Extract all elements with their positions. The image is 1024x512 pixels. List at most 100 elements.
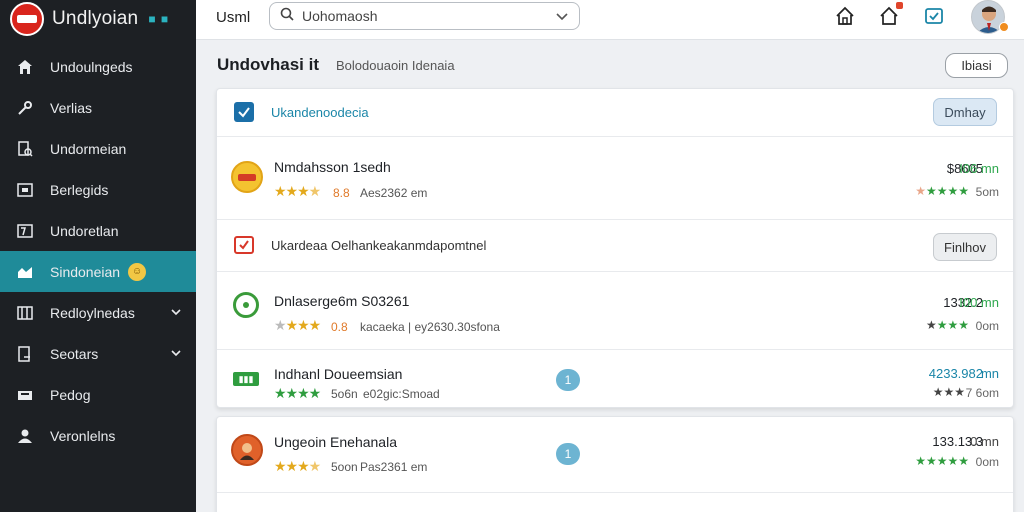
brand-logo [10,2,44,36]
item-rating: 0.8 [331,320,348,334]
message-icon[interactable] [923,5,945,27]
sidebar-item-9[interactable]: Veronlelns [0,415,196,456]
sidebar-item-4[interactable]: Undoretlan [0,210,196,251]
section-header: Ukardeaa Oelhankeakanmdapomtnel Finlhov [217,220,1013,272]
item-rating: 8.8 [333,186,350,200]
avatar-icon [231,434,263,466]
page-title: Undovhasi it [217,55,320,74]
sidebar-item-3[interactable]: Berlegids [0,169,196,210]
header-button[interactable]: Ibiasi [945,53,1008,78]
sidebar-item-0[interactable]: Undoulngeds [0,46,196,87]
sidebar-item-1[interactable]: Verlias [0,87,196,128]
sidebar-item-label: Seotars [50,345,99,362]
brand-name: Undlyoian [52,8,139,29]
sidebar-item-7[interactable]: Seotars [0,333,196,374]
brand[interactable]: Undlyoian ■ ■ [0,0,196,38]
chevron-down-icon[interactable] [170,346,182,362]
review-stars: ★★★ [932,385,965,399]
sidebar-item-label: Undoulngeds [50,58,133,75]
review-stars: ★★★★★ [915,184,969,198]
item-meta: e02gic:Smoad [363,387,440,401]
item-rating: 5o6n [331,387,358,401]
sidebar-nav: Undoulngeds Verlias Undormeian Berlegids… [0,46,196,456]
brand-dots: ■ ■ [148,12,170,26]
item-price: 4233.982 [928,366,983,381]
sidebar-item-label: Pedog [50,386,91,403]
sidebar-item-8[interactable]: Pedog [0,374,196,415]
item-name: Ungeoin Enehanala [274,434,397,450]
count-badge: 1 [556,443,580,465]
list-card: Ukandenoodecia Dmhay Nmdahsson 1sedh ★★★… [216,88,1014,408]
item-meta: kacaeka | ey2630.30sfona [360,320,500,334]
list-item[interactable]: Dnlaserge6m S03261 ★★★★ 0.8 kacaeka | ey… [217,272,1013,350]
sidebar: Undlyoian ■ ■ Undoulngeds Verlias Undorm… [0,0,196,512]
count-badge: 1 [556,369,580,391]
login-icon [16,345,34,363]
notification-icon[interactable] [878,2,903,27]
sidebar-item-label: Undoretlan [50,222,119,239]
item-price-suffix: mn [980,366,999,381]
sidebar-item-label: Berlegids [50,181,109,198]
search-box[interactable] [269,2,580,30]
chevron-down-icon[interactable] [555,9,569,28]
rating-stars: ★★★★ [274,458,321,474]
section-label: Ukardeaa Oelhankeakanmdapomtnel [271,238,487,253]
review-stars: ★★★★ [925,318,969,332]
sidebar-item-label: Veronlelns [50,427,116,444]
item-price-suffix: I00 mn [959,295,999,310]
table-icon [16,222,34,240]
item-sub: 0om [975,455,999,469]
tools-icon [16,99,34,117]
rating-stars: ★★★★ [274,317,321,333]
item-price-suffix: I06 mn [959,161,999,176]
section-action-button[interactable]: Finlhov [933,233,997,261]
search-icon [280,7,294,26]
section-action-button[interactable]: Dmhay [933,98,997,126]
notification-dot [896,2,903,9]
sidebar-item-label: Undormeian [50,140,127,157]
image-icon [16,181,34,199]
rating-stars: ★★★★ [274,385,321,401]
smiley-icon: ☺ [128,262,147,281]
checkbox[interactable] [234,236,254,254]
sidebar-item-label: Sindoneian [50,263,121,280]
item-rating: 5oon [331,460,358,474]
user-icon [16,427,34,445]
sidebar-item-2[interactable]: Undormeian [0,128,196,169]
list-item[interactable]: Ungeoin Enehanala ★★★★ 5oon Pas2361 em 1… [217,417,1013,493]
sidebar-item-5[interactable]: Sindoneian ☺ [0,251,196,292]
dashboard-icon [16,263,34,281]
list-item[interactable]: ▮▮▮ Indhanl Doueemsian ★★★★ 5o6n e02gic:… [217,350,1013,409]
page-subtitle: Bolodouaoin Idenaia [336,58,455,73]
section-label: Ukandenoodecia [271,105,369,120]
document-search-icon [16,140,34,158]
item-meta: Aes2362 em [360,186,428,200]
home-icon[interactable] [834,5,856,27]
chevron-down-icon[interactable] [170,305,182,321]
list-item[interactable]: Nmdahsson 1sedh ★★★★ 8.8 Aes2362 em $860… [217,137,1013,220]
item-name: Nmdahsson 1sedh [274,159,391,175]
sidebar-item-6[interactable]: Redloylnedas [0,292,196,333]
home-icon [16,58,34,76]
ring-icon [233,292,259,318]
search-input[interactable] [302,8,552,24]
section-header: Ukandenoodecia Dmhay [217,89,1013,137]
item-name: Indhanl Doueemsian [274,366,403,382]
status-dot [999,22,1009,32]
item-sub: 0om [975,319,999,333]
item-meta: Pas2361 em [360,460,428,474]
item-price-suffix: 0 mn [970,434,999,449]
item-name: Dnlaserge6m S03261 [274,293,410,309]
top-bar: Usml [196,0,1024,40]
checkbox[interactable] [234,102,254,122]
rating-stars: ★★★★ [274,183,321,199]
item-sub: 5om [975,185,999,199]
list-card: Ungeoin Enehanala ★★★★ 5oon Pas2361 em 1… [216,416,1014,512]
sidebar-item-label: Redloylnedas [50,304,135,321]
panel-icon [16,304,34,322]
label-icon: ▮▮▮ [233,372,259,386]
sidebar-item-label: Verlias [50,99,93,116]
coin-icon [231,161,263,193]
item-sub: 7 6om [965,386,999,400]
top-bar-label: Usml [216,9,251,26]
